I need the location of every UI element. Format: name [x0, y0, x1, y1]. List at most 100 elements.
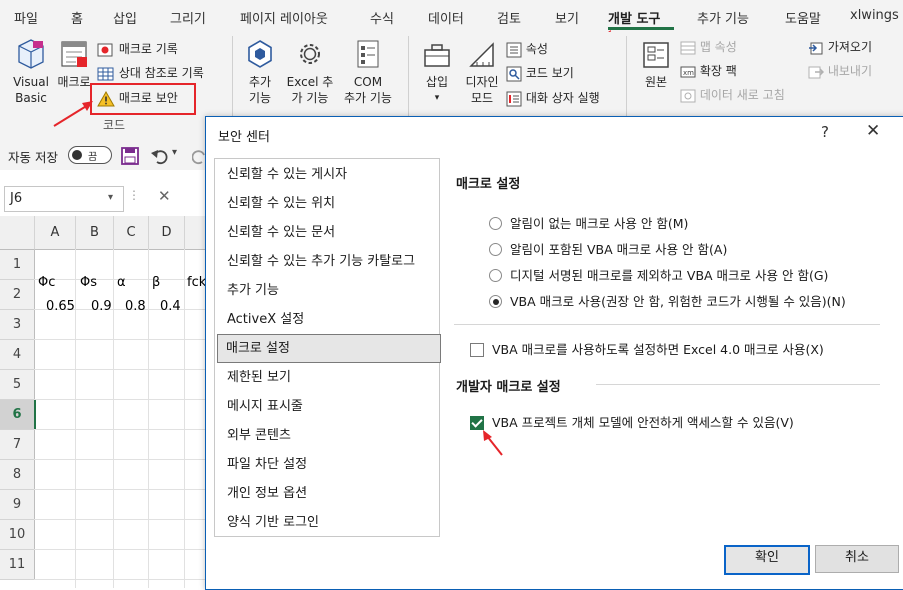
com-addins-button[interactable]: COM 추가 기능 [338, 38, 398, 106]
column-header-a[interactable]: A [35, 216, 76, 250]
tab-view[interactable]: 보기 [555, 8, 579, 27]
radio-label: 알림이 포함된 VBA 매크로 사용 안 함(A) [510, 242, 728, 257]
tab-xlwings[interactable]: xlwings [850, 8, 899, 23]
nav-item-protected-view[interactable]: 제한된 보기 [219, 364, 440, 392]
cell-d2[interactable]: β [152, 275, 160, 290]
select-all-corner[interactable] [0, 216, 35, 250]
map-properties-button[interactable]: 맵 속성 [680, 38, 737, 56]
relative-reference-button[interactable]: 상대 참조로 기록 [97, 64, 204, 82]
properties-button[interactable]: 속성 [506, 40, 548, 58]
addins-button[interactable]: 추가 기능 [240, 38, 280, 106]
redo-icon[interactable] [192, 147, 206, 165]
expansion-packs-button[interactable]: xml 확장 팩 [680, 62, 737, 80]
cell-a2[interactable]: Φc [38, 275, 55, 290]
visual-basic-button[interactable]: Visual Basic [8, 38, 54, 106]
properties-label: 속성 [525, 42, 548, 56]
cell-d3[interactable]: 0.4 [160, 299, 181, 314]
column-header-b[interactable]: B [76, 216, 114, 250]
row-header-3[interactable]: 3 [0, 310, 35, 340]
excel4-macros-checkbox[interactable]: VBA 매크로를 사용하도록 설정하면 Excel 4.0 매크로 사용(X) [470, 339, 824, 359]
nav-item-activex-settings[interactable]: ActiveX 설정 [219, 306, 440, 334]
nav-item-file-block-settings[interactable]: 파일 차단 설정 [219, 451, 440, 479]
macro-security-button[interactable]: 매크로 보안 [97, 89, 178, 107]
nav-item-addins[interactable]: 추가 기능 [219, 277, 440, 305]
column-header-d[interactable]: D [149, 216, 185, 250]
nav-item-macro-settings[interactable]: 매크로 설정 [217, 334, 441, 363]
nav-item-trusted-locations[interactable]: 신뢰할 수 있는 위치 [219, 190, 440, 218]
undo-icon[interactable] [150, 147, 170, 165]
radio-disable-with-notify[interactable]: 알림이 포함된 VBA 매크로 사용 안 함(A) [489, 239, 727, 259]
name-box[interactable]: J6 ▾ [4, 186, 124, 212]
ok-button[interactable]: 확인 [724, 545, 810, 575]
nav-item-message-bar[interactable]: 메시지 표시줄 [219, 393, 440, 421]
cancel-button[interactable]: 취소 [815, 545, 899, 573]
row-header-1[interactable]: 1 [0, 250, 35, 280]
vbom-access-checkbox[interactable]: VBA 프로젝트 개체 모델에 안전하게 액세스할 수 있음(V) [470, 412, 794, 432]
source-button[interactable]: 원본 [636, 40, 676, 90]
visual-basic-label: Visual Basic [13, 75, 49, 105]
radio-enable-all-macros[interactable]: VBA 매크로 사용(권장 안 함, 위험한 코드가 시행될 수 있음)(N) [489, 291, 846, 311]
row-header-10[interactable]: 10 [0, 520, 35, 550]
worksheet-grid[interactable]: A B C D 1 2 3 4 5 6 7 8 9 10 11 Φc Φs α … [0, 216, 211, 588]
tab-help[interactable]: 도움말 [785, 8, 821, 27]
nav-item-trusted-documents[interactable]: 신뢰할 수 있는 문서 [219, 219, 440, 247]
row-header-7[interactable]: 7 [0, 430, 35, 460]
save-icon[interactable] [121, 147, 139, 165]
row-header-4[interactable]: 4 [0, 340, 35, 370]
excel-addins-button[interactable]: Excel 추 가 기능 [282, 38, 338, 106]
export-button[interactable]: 내보내기 [808, 62, 872, 80]
tab-data[interactable]: 데이터 [428, 8, 464, 27]
source-label: 원본 [644, 75, 668, 89]
close-button[interactable]: ✕ [866, 121, 880, 141]
row-header-11[interactable]: 11 [0, 550, 35, 580]
tab-insert[interactable]: 삽입 [113, 8, 137, 27]
cell-c3[interactable]: 0.8 [125, 299, 146, 314]
chevron-down-icon[interactable]: ▾ [172, 147, 177, 158]
nav-item-trusted-publishers[interactable]: 신뢰할 수 있는 게시자 [219, 161, 440, 189]
cell-a3[interactable]: 0.65 [46, 299, 75, 314]
view-code-button[interactable]: 코드 보기 [506, 64, 574, 82]
cell-b3[interactable]: 0.9 [91, 299, 112, 314]
radio-disable-no-notify[interactable]: 알림이 없는 매크로 사용 안 함(M) [489, 213, 688, 233]
record-macro-label: 매크로 기록 [118, 42, 178, 56]
macros-button[interactable]: 매크로 [56, 38, 92, 90]
nav-item-form-based-signin[interactable]: 양식 기반 로그인 [219, 509, 440, 537]
tab-file[interactable]: 파일 [14, 8, 38, 27]
toggle-knob [72, 150, 82, 160]
tab-page-layout[interactable]: 페이지 레이아웃 [240, 8, 328, 27]
import-button[interactable]: 가져오기 [808, 38, 872, 56]
run-dialog-label: 대화 상자 실행 [525, 91, 600, 105]
run-dialog-button[interactable]: 대화 상자 실행 [506, 89, 600, 107]
nav-item-privacy-options[interactable]: 개인 정보 옵션 [219, 480, 440, 508]
radio-button-selected [489, 295, 502, 308]
radio-button [489, 269, 502, 282]
tab-formulas[interactable]: 수식 [370, 8, 394, 27]
tab-home[interactable]: 홈 [71, 8, 83, 27]
row-header-6[interactable]: 6 [0, 400, 36, 430]
refresh-data-icon [680, 89, 696, 102]
nav-item-trusted-addin-catalogs[interactable]: 신뢰할 수 있는 추가 기능 카탈로그 [219, 248, 440, 276]
row-header-9[interactable]: 9 [0, 490, 35, 520]
radio-disable-except-signed[interactable]: 디지털 서명된 매크로를 제외하고 VBA 매크로 사용 안 함(G) [489, 265, 828, 285]
chevron-down-icon[interactable]: ▾ [108, 192, 113, 203]
design-mode-button[interactable]: 디자인 모드 [460, 38, 504, 106]
cell-c2[interactable]: α [117, 275, 126, 290]
tab-draw[interactable]: 그리기 [170, 8, 206, 27]
cell-b2[interactable]: Φs [80, 275, 97, 290]
radio-label: 디지털 서명된 매크로를 제외하고 VBA 매크로 사용 안 함(G) [510, 268, 829, 283]
nav-item-external-content[interactable]: 외부 콘텐츠 [219, 422, 440, 450]
tab-addins[interactable]: 추가 기능 [697, 8, 749, 27]
tab-review[interactable]: 검토 [497, 8, 521, 27]
autosave-toggle[interactable]: 끔 [68, 146, 112, 164]
column-header-c[interactable]: C [114, 216, 149, 250]
cell-e2[interactable]: fck [187, 275, 206, 290]
help-button[interactable]: ? [821, 123, 829, 141]
record-macro-button[interactable]: 매크로 기록 [97, 40, 178, 58]
insert-control-button[interactable]: 삽입 ▾ [416, 38, 458, 106]
refresh-data-button[interactable]: 데이터 새로 고침 [680, 86, 785, 104]
row-header-5[interactable]: 5 [0, 370, 35, 400]
tab-developer[interactable]: 개발 도구 [608, 8, 660, 27]
row-header-2[interactable]: 2 [0, 280, 35, 310]
row-header-8[interactable]: 8 [0, 460, 35, 490]
cancel-formula-icon[interactable]: ✕ [158, 187, 171, 205]
